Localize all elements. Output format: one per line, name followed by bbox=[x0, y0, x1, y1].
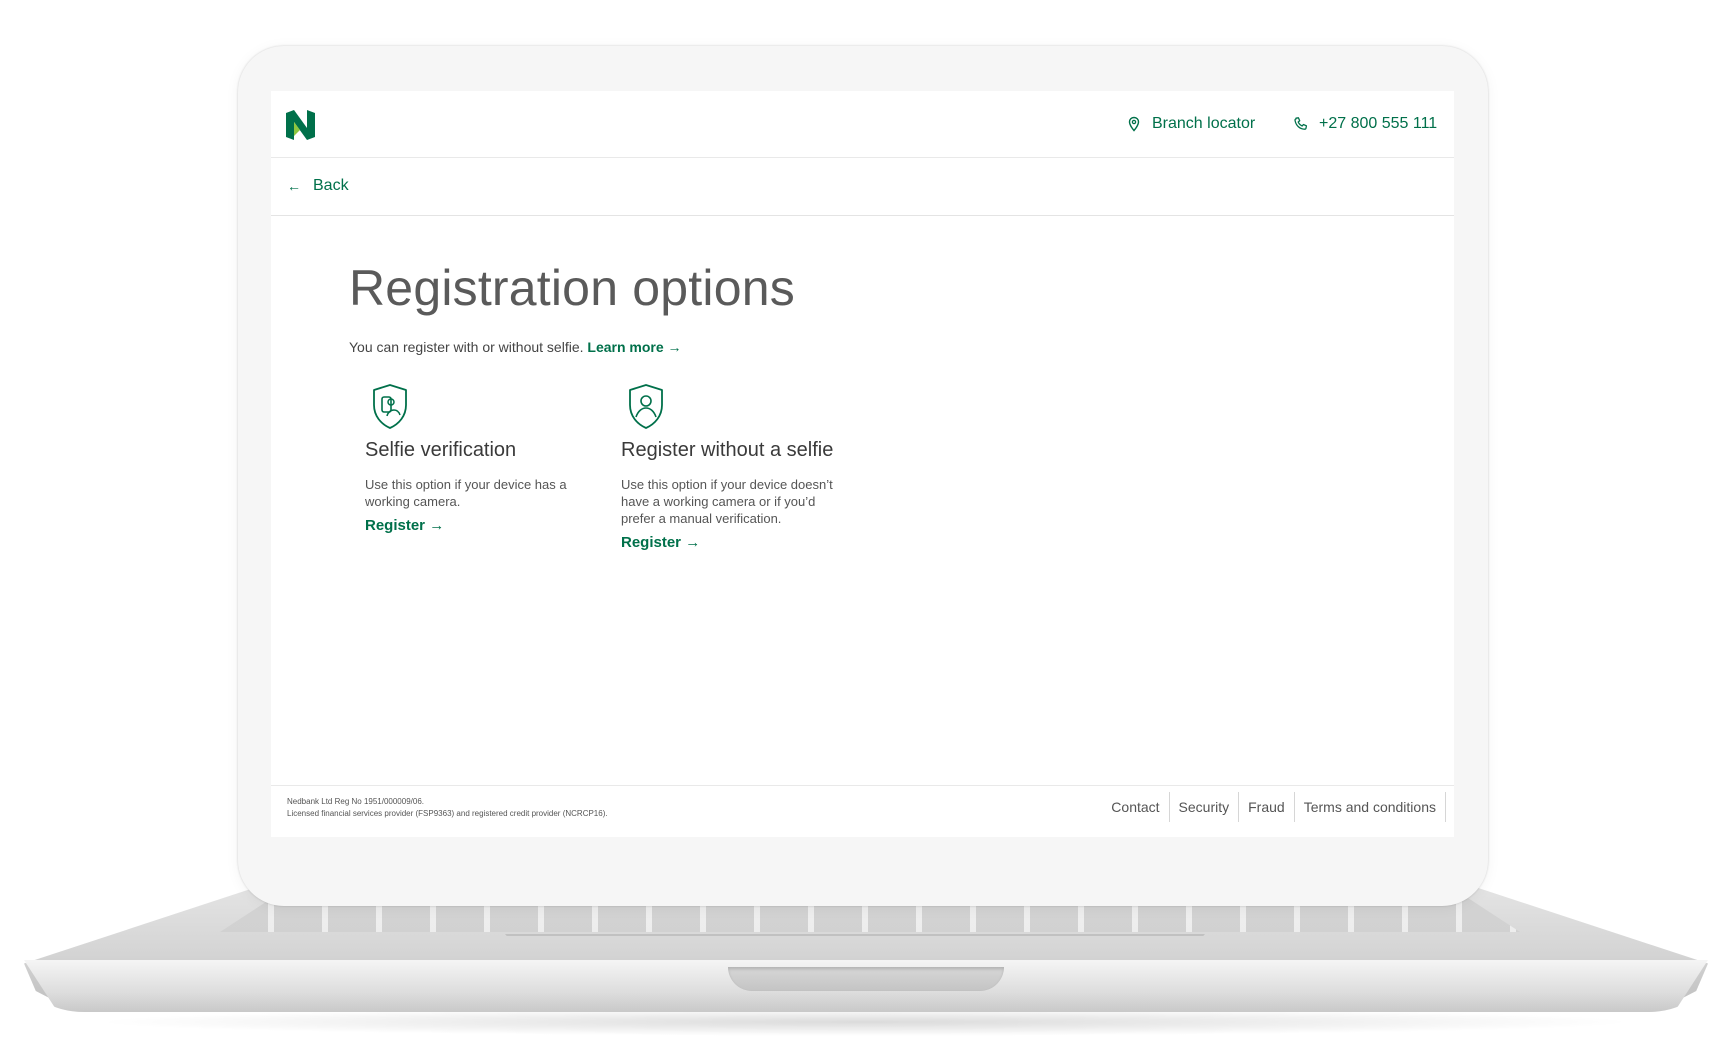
phone-link[interactable]: +27 800 555 111 bbox=[1293, 114, 1437, 134]
register-without-selfie-link[interactable]: Register → bbox=[621, 534, 700, 551]
back-label: Back bbox=[313, 177, 349, 194]
laptop-notch bbox=[728, 967, 1004, 991]
option-title: Register without a selfie bbox=[621, 439, 834, 461]
arrow-left-icon: ← bbox=[287, 178, 301, 194]
option-selfie-verification: Selfie verification Use this option if y… bbox=[365, 383, 605, 535]
site-footer: Nedbank Ltd Reg No 1951/000009/06. Licen… bbox=[271, 785, 1454, 837]
page-title: Registration options bbox=[349, 260, 795, 316]
branch-locator-link[interactable]: Branch locator bbox=[1126, 114, 1255, 134]
location-pin-icon bbox=[1128, 116, 1140, 132]
learn-more-link[interactable]: Learn more → bbox=[587, 339, 681, 355]
legal-line-license: Licensed financial services provider (FS… bbox=[287, 809, 608, 818]
phone-number: +27 800 555 111 bbox=[1319, 115, 1438, 132]
option-description: Use this option if your device has a wor… bbox=[365, 477, 567, 509]
back-link[interactable]: ← Back bbox=[287, 177, 349, 195]
shield-phone-icon bbox=[373, 384, 407, 429]
laptop-shadow bbox=[90, 1008, 1640, 1036]
footer-link-security[interactable]: Security bbox=[1168, 792, 1239, 822]
option-register-without-selfie: Register without a selfie Use this optio… bbox=[621, 383, 861, 552]
legal-line-registration: Nedbank Ltd Reg No 1951/000009/06. bbox=[287, 797, 424, 806]
footer-link-contact[interactable]: Contact bbox=[1102, 792, 1168, 822]
laptop-screen: Branch locator +27 800 555 111 ← Back Re… bbox=[271, 91, 1454, 837]
option-description: Use this option if your device doesn’t h… bbox=[621, 477, 833, 526]
option-title: Selfie verification bbox=[365, 439, 517, 461]
laptop-trackpad bbox=[505, 934, 1205, 958]
footer-link-fraud[interactable]: Fraud bbox=[1238, 792, 1294, 822]
footer-links: Contact Security Fraud Terms and conditi… bbox=[1102, 792, 1446, 822]
site-header: Branch locator +27 800 555 111 bbox=[271, 91, 1454, 158]
phone-icon bbox=[1294, 117, 1308, 130]
intro-label: You can register with or without selfie. bbox=[349, 339, 584, 355]
legal-text: Nedbank Ltd Reg No 1951/000009/06. Licen… bbox=[287, 796, 608, 820]
intro-text: You can register with or without selfie.… bbox=[349, 339, 682, 355]
footer-link-terms[interactable]: Terms and conditions bbox=[1293, 792, 1446, 822]
back-bar: ← Back bbox=[271, 157, 1454, 216]
shield-user-icon bbox=[629, 384, 663, 429]
branch-locator-label: Branch locator bbox=[1152, 115, 1256, 132]
nedbank-logo[interactable] bbox=[284, 109, 317, 141]
register-selfie-link[interactable]: Register → bbox=[365, 517, 444, 534]
